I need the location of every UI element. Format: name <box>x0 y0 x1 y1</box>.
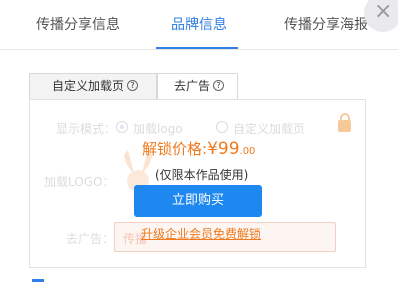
subtab-label: 自定义加载页 <box>52 79 125 93</box>
tab-share-poster[interactable]: 传播分享海报 <box>284 14 368 34</box>
radio-custom-page-label: 自定义加载页 <box>233 122 306 136</box>
tab-brand-info[interactable]: 品牌信息 <box>171 14 227 34</box>
price-decimal: .00 <box>239 146 256 157</box>
tab-share-info[interactable]: 传播分享信息 <box>36 14 120 34</box>
subtab-remove-ads[interactable]: 去广告? <box>157 73 238 100</box>
display-mode-label: 显示模式： <box>56 122 117 136</box>
radio-custom-page[interactable] <box>216 121 228 133</box>
price-label: 解锁价格: <box>142 140 208 158</box>
radio-logo[interactable] <box>116 121 128 133</box>
buy-now-button[interactable]: 立即购买 <box>134 185 262 217</box>
radio-logo-label: 加载logo <box>133 122 183 136</box>
unlock-price: 解锁价格:¥99.00 <box>142 138 255 159</box>
usage-note: (仅限本作品使用) <box>155 168 249 182</box>
help-icon[interactable]: ? <box>213 80 225 91</box>
top-tab-bar: 传播分享信息 品牌信息 传播分享海报 <box>0 0 398 50</box>
active-tab-indicator <box>156 47 238 49</box>
ad-label: 去广告： <box>66 232 115 246</box>
subtab-label: 去广告 <box>174 79 211 93</box>
close-icon: × <box>374 0 393 24</box>
lock-icon <box>338 113 351 132</box>
upgrade-membership-link[interactable]: 升级企业会员免费解锁 <box>141 225 261 242</box>
price-value: ¥99 <box>207 139 240 159</box>
subtab-custom-loading-page[interactable]: 自定义加载页? <box>29 73 157 100</box>
help-icon[interactable]: ? <box>127 80 139 91</box>
logo-label: 加载LOGO： <box>44 175 115 189</box>
settings-panel: 显示模式： 加载logo 自定义加载页 加载LOGO： 去广告： 传播 解锁价格… <box>29 99 366 268</box>
